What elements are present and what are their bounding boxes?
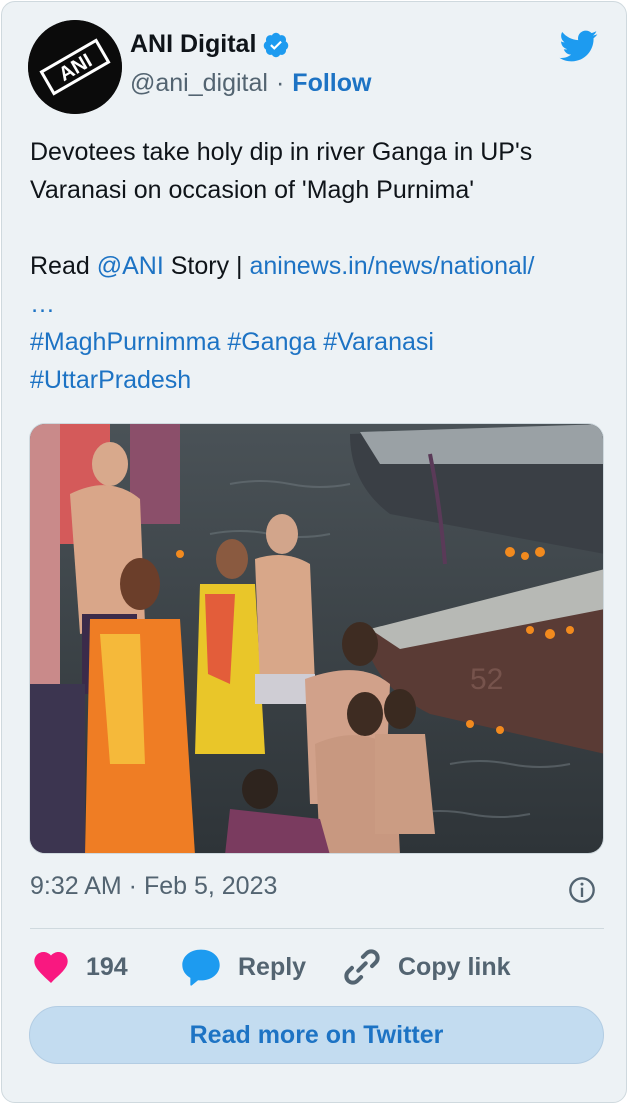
- reply-label: Reply: [238, 952, 307, 981]
- like-button[interactable]: 194: [30, 942, 128, 992]
- ani-logo: ANI: [28, 20, 122, 114]
- hashtag-link[interactable]: #MaghPurnimma: [30, 328, 220, 356]
- hashtag-link[interactable]: #Varanasi: [323, 328, 434, 356]
- link-icon: [344, 949, 380, 985]
- tweet-timestamp[interactable]: 9:32 AM · Feb 5, 2023: [30, 872, 277, 901]
- author-handle[interactable]: @ani_digital: [130, 69, 268, 98]
- twitter-bird-icon[interactable]: [556, 26, 600, 66]
- follow-button[interactable]: Follow: [292, 69, 371, 98]
- tweet-photo[interactable]: 52: [29, 423, 604, 854]
- info-icon[interactable]: [568, 876, 596, 904]
- author-name-row[interactable]: ANI Digital: [130, 30, 290, 59]
- tweet-text: Devotees take holy dip in river Ganga in…: [30, 133, 610, 399]
- url-ellipsis[interactable]: …: [30, 290, 55, 318]
- separator-dot: ·: [275, 69, 285, 97]
- avatar[interactable]: ANI: [28, 20, 122, 114]
- tweet-text-line-2: Varanasi on occasion of 'Magh Purnima': [30, 176, 475, 204]
- ganga-bathing-photo: 52: [30, 424, 603, 853]
- author-name[interactable]: ANI Digital: [130, 30, 256, 59]
- story-text: Story |: [170, 252, 243, 280]
- tweet-text-line-1: Devotees take holy dip in river Ganga in…: [30, 138, 533, 166]
- copy-link-button[interactable]: Copy link: [340, 942, 511, 992]
- article-url-link[interactable]: aninews.in/news/national/: [249, 252, 534, 280]
- read-more-button[interactable]: Read more on Twitter: [29, 1006, 604, 1064]
- svg-text:52: 52: [470, 663, 503, 696]
- hashtags-line-2: #UttarPradesh: [30, 361, 610, 399]
- tweet-actions: 194 Reply Copy link: [30, 942, 610, 992]
- author-handle-row: @ani_digital · Follow: [130, 69, 371, 98]
- verified-badge-icon: [264, 32, 289, 57]
- like-count: 194: [86, 952, 128, 981]
- read-prefix: Read: [30, 252, 90, 280]
- divider: [30, 928, 604, 929]
- reply-button[interactable]: Reply: [178, 942, 306, 992]
- hashtag-link[interactable]: #Ganga: [227, 328, 316, 356]
- speech-bubble-icon: [182, 949, 220, 986]
- hashtag-link[interactable]: #UttarPradesh: [30, 366, 191, 394]
- tweet-read-line: Read @ANI Story | aninews.in/news/nation…: [30, 247, 610, 285]
- tweet-card: ANI ANI Digital @ani_digital · Follow De…: [1, 1, 627, 1103]
- mention-link[interactable]: @ANI: [97, 252, 164, 280]
- copy-link-label: Copy link: [398, 952, 511, 981]
- hashtags-line-1: #MaghPurnimma #Ganga #Varanasi: [30, 323, 610, 361]
- heart-icon: [34, 952, 68, 983]
